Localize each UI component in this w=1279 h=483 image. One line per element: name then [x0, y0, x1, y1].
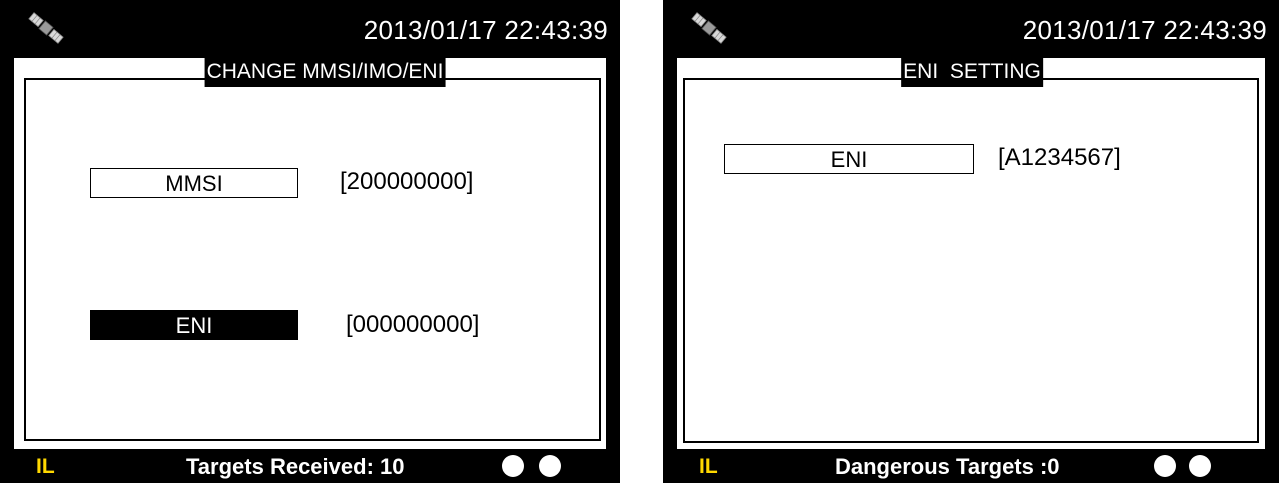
satellite-icon — [28, 12, 64, 44]
eni-field-button[interactable]: ENI — [724, 144, 974, 174]
dangerous-targets-status: Dangerous Targets :0 — [835, 454, 1060, 479]
status-bar: IL Targets Received: 10 — [0, 449, 620, 483]
eni-value: [A1234567] — [998, 144, 1121, 171]
panel-title: ENI SETTING — [901, 57, 1043, 87]
settings-panel: ENI SETTING ENI [A1234567] — [677, 57, 1265, 449]
satellite-icon — [691, 12, 727, 44]
ais-screen-eni-setting: 2013/01/17 22:43:39 ENI SETTING ENI [A12… — [663, 0, 1279, 483]
mode-indicator: IL — [36, 455, 55, 478]
eni-field-button[interactable]: ENI — [90, 310, 298, 340]
panel-frame — [24, 78, 601, 441]
indicator-dot-icon — [502, 455, 524, 477]
panel-frame — [683, 78, 1259, 443]
datetime-display: 2013/01/17 22:43:39 — [1022, 15, 1267, 45]
mmsi-field-button[interactable]: MMSI — [90, 168, 298, 198]
targets-received-status: Targets Received: 10 — [186, 454, 405, 479]
mmsi-value: [200000000] — [340, 168, 474, 195]
settings-panel: CHANGE MMSI/IMO/ENI MMSI [200000000] ENI… — [14, 57, 606, 449]
indicator-dot-icon — [1189, 455, 1211, 477]
indicator-dot-icon — [539, 455, 561, 477]
ais-screen-change-id: 2013/01/17 22:43:39 CHANGE MMSI/IMO/ENI … — [0, 0, 620, 483]
panel-title: CHANGE MMSI/IMO/ENI — [204, 57, 446, 87]
status-bar: IL Dangerous Targets :0 — [663, 449, 1279, 483]
datetime-display: 2013/01/17 22:43:39 — [363, 15, 608, 45]
indicator-dot-icon — [1154, 455, 1176, 477]
mode-indicator: IL — [699, 455, 718, 478]
eni-value: [000000000] — [346, 311, 480, 338]
